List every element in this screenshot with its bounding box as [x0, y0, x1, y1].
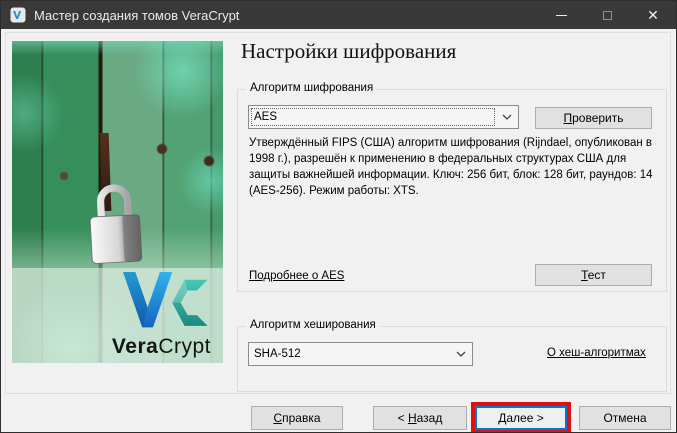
encryption-algorithm-group: Алгоритм шифрования AES Проверить Утверж…: [237, 89, 667, 292]
encryption-algorithm-value: AES: [254, 111, 277, 123]
cancel-button[interactable]: Отмена: [579, 406, 671, 430]
hash-group-label: Алгоритм хеширования: [246, 319, 380, 331]
encryption-group-label: Алгоритм шифрования: [246, 82, 377, 94]
chevron-down-icon: [497, 107, 517, 127]
window-title: Мастер создания томов VeraCrypt: [34, 8, 239, 23]
close-button[interactable]: ✕: [630, 1, 676, 29]
encryption-algorithm-select[interactable]: AES: [248, 105, 519, 129]
hash-algorithm-group: Алгоритм хеширования SHA-512 О хеш-алгор…: [237, 326, 667, 392]
more-about-aes-link[interactable]: Подробнее о AES: [249, 270, 344, 282]
minimize-button[interactable]: [538, 1, 584, 29]
veracrypt-wizard-window: Мастер создания томов VeraCrypt ✕: [0, 0, 677, 433]
page-title: Настройки шифрования: [241, 39, 456, 64]
help-button[interactable]: Справка: [251, 406, 343, 430]
hash-algorithm-select[interactable]: SHA-512: [248, 342, 473, 366]
close-icon: ✕: [647, 7, 659, 24]
hash-algorithm-value: SHA-512: [254, 348, 301, 360]
algorithm-description: Утверждённый FIPS (США) алгоритм шифрова…: [249, 135, 661, 199]
back-button[interactable]: < Назад: [373, 406, 467, 430]
veracrypt-wordmark: VeraCrypt: [12, 335, 211, 359]
veracrypt-app-icon: [10, 7, 26, 23]
branding-band: VeraCrypt: [12, 268, 223, 363]
sidebar-photo: VeraCrypt: [12, 41, 223, 363]
maximize-icon: [603, 11, 612, 20]
wordmark-vera: Vera: [112, 335, 158, 358]
wordmark-crypt: Crypt: [158, 335, 211, 358]
padlock-icon: [82, 171, 149, 268]
chevron-down-icon: [451, 344, 471, 364]
hash-info-link[interactable]: О хеш-алгоритмах: [547, 347, 646, 359]
veracrypt-logo-icon: [115, 272, 211, 332]
maximize-button[interactable]: [584, 1, 630, 29]
caption-buttons: ✕: [538, 1, 676, 29]
verify-button[interactable]: Проверить: [535, 107, 652, 129]
titlebar: Мастер создания томов VeraCrypt ✕: [1, 1, 676, 29]
focus-rectangle: [251, 108, 495, 126]
benchmark-button[interactable]: Тест: [535, 264, 652, 286]
minimize-icon: [556, 15, 567, 16]
next-button[interactable]: Далее >: [475, 406, 567, 430]
